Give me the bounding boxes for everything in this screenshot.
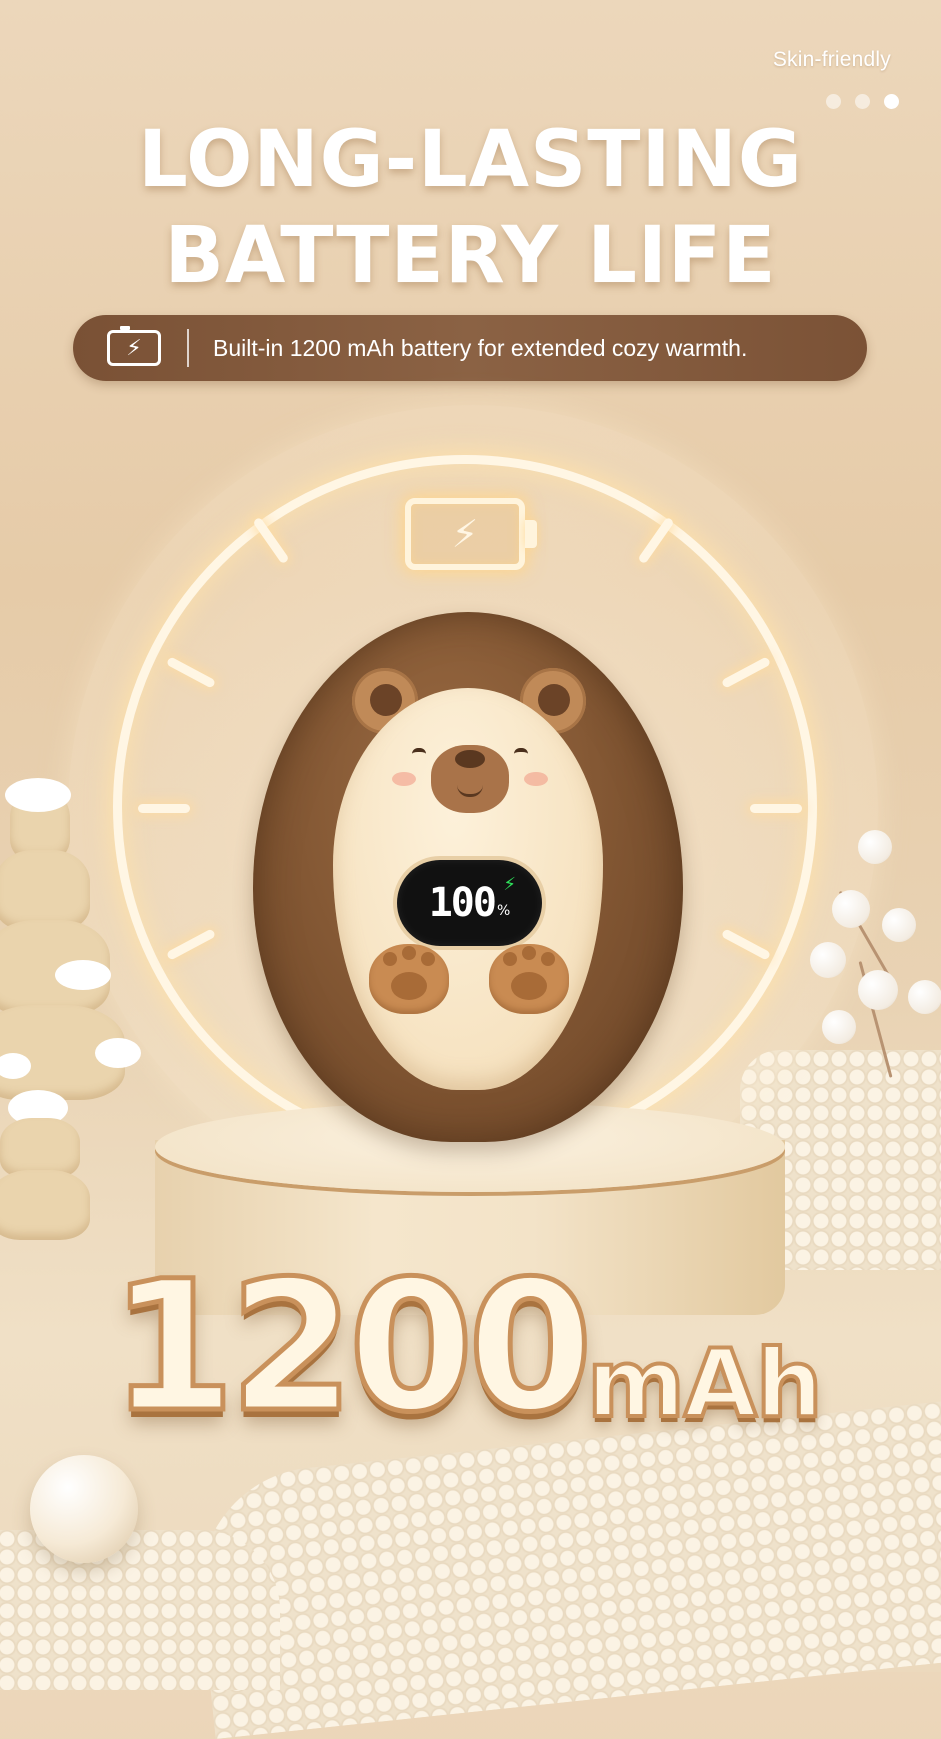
- pager-dot[interactable]: [826, 94, 841, 109]
- decor-cotton-branch: [810, 830, 941, 1110]
- capacity-unit: mAh: [585, 1330, 825, 1439]
- battery-percent-unit: %: [496, 903, 511, 919]
- battery-charging-icon: ⚡: [405, 498, 525, 570]
- pill-divider: [187, 329, 189, 367]
- battery-percent-value: 100: [428, 880, 497, 926]
- knit-fabric-left: [0, 1530, 280, 1690]
- carousel-pager[interactable]: [826, 94, 899, 109]
- nose: [455, 750, 485, 768]
- headline: LONG-LASTING BATTERY LIFE: [0, 112, 941, 304]
- decor-tree-small: [0, 1090, 110, 1270]
- right-eye: [514, 748, 528, 754]
- right-cheek: [524, 772, 548, 786]
- headline-line-1: LONG-LASTING: [138, 115, 803, 205]
- decor-pearl: [30, 1455, 138, 1563]
- battery-display: 100 % ⚡: [397, 860, 542, 946]
- headline-line-2: BATTERY LIFE: [164, 211, 777, 301]
- feature-text: Built-in 1200 mAh battery for extended c…: [213, 334, 748, 361]
- lightning-bolt-icon: ⚡: [503, 874, 516, 895]
- left-paw: [369, 944, 449, 1014]
- battery-charging-icon: ⚡: [107, 326, 161, 366]
- dial-tick: [750, 804, 802, 813]
- feature-pill: ⚡ Built-in 1200 mAh battery for extended…: [73, 315, 867, 381]
- tab-label: Skin-friendly: [772, 48, 891, 71]
- pager-dot-active[interactable]: [884, 94, 899, 109]
- right-paw: [489, 944, 569, 1014]
- battery-terminal: [525, 520, 537, 548]
- pager-dot[interactable]: [855, 94, 870, 109]
- left-eye: [412, 748, 426, 754]
- capacity-value: 1200: [108, 1243, 596, 1452]
- left-cheek: [392, 772, 416, 786]
